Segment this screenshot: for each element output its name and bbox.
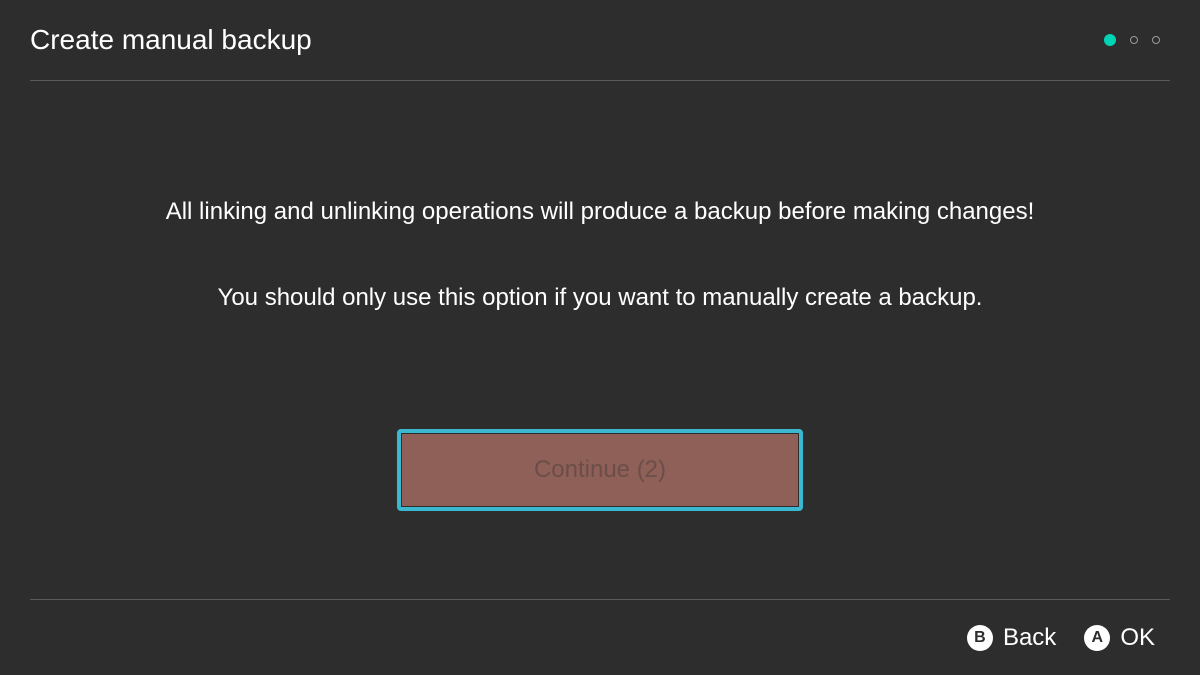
hint-back-label: Back bbox=[1003, 624, 1056, 652]
progress-dot-3 bbox=[1152, 36, 1160, 44]
footer: B Back A OK bbox=[0, 600, 1200, 675]
progress-dot-2 bbox=[1130, 36, 1138, 44]
continue-button[interactable]: Continue (2) bbox=[402, 434, 798, 506]
continue-button-label: Continue (2) bbox=[534, 456, 666, 484]
hint-back: B Back bbox=[967, 624, 1056, 652]
message-line-2: You should only use this option if you w… bbox=[218, 281, 983, 315]
progress-indicator bbox=[1104, 34, 1170, 46]
message-line-1: All linking and unlinking operations wil… bbox=[166, 195, 1035, 229]
hint-ok: A OK bbox=[1084, 624, 1155, 652]
a-button-icon: A bbox=[1084, 625, 1110, 651]
hint-ok-label: OK bbox=[1120, 624, 1155, 652]
page-title: Create manual backup bbox=[30, 24, 312, 56]
b-button-icon: B bbox=[967, 625, 993, 651]
progress-dot-1 bbox=[1104, 34, 1116, 46]
header: Create manual backup bbox=[0, 0, 1200, 80]
content-area: All linking and unlinking operations wil… bbox=[0, 80, 1200, 600]
